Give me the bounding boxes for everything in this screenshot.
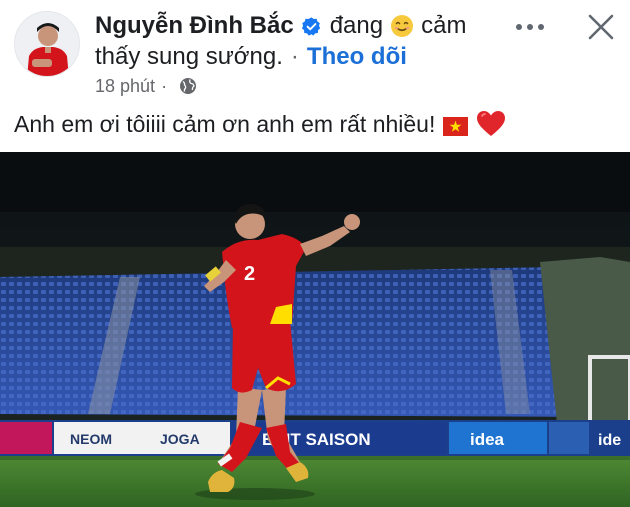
smiling-face-icon [390, 14, 414, 38]
feeling-prefix: đang [329, 12, 384, 39]
author-avatar[interactable] [14, 11, 80, 77]
board-text-4: idea [470, 430, 505, 449]
board-text-1: NEOM [70, 431, 112, 447]
meta-separator: · [161, 75, 168, 96]
board-text-2: JOGA [160, 431, 200, 447]
post-body: Anh em ơi tôiiii cảm ơn anh em rất nhiều… [14, 106, 506, 142]
post-header-line2: thấy sung sướng. · Theo dõi [95, 40, 407, 74]
jersey-number: 2 [244, 263, 255, 285]
post-body-text: Anh em ơi tôiiii cảm ơn anh em rất nhiều… [14, 110, 436, 137]
verified-badge-icon [301, 16, 322, 37]
post-photo[interactable]: NEOM JOGA EDIT SAISON idea ide 2 [0, 152, 630, 507]
vietnam-flag-icon [443, 115, 469, 136]
close-button[interactable] [584, 12, 618, 42]
board-text-5: ide [598, 432, 621, 449]
author-name[interactable]: Nguyễn Đình Bắc [95, 12, 294, 40]
feeling-text-continued: thấy sung sướng. [95, 43, 283, 70]
post-meta: 18 phút · [95, 73, 197, 99]
separator-dot: · [290, 43, 299, 70]
more-options-icon [516, 24, 544, 30]
feeling-text: cảm [421, 12, 467, 39]
more-options-button[interactable] [513, 12, 547, 42]
red-heart-icon [476, 110, 506, 138]
post-timestamp[interactable]: 18 phút [95, 76, 155, 97]
close-icon [588, 14, 614, 40]
follow-button[interactable]: Theo dõi [307, 43, 407, 71]
globe-icon [179, 77, 197, 95]
post-header-line1: Nguyễn Đình Bắc đang cảm [95, 8, 466, 44]
